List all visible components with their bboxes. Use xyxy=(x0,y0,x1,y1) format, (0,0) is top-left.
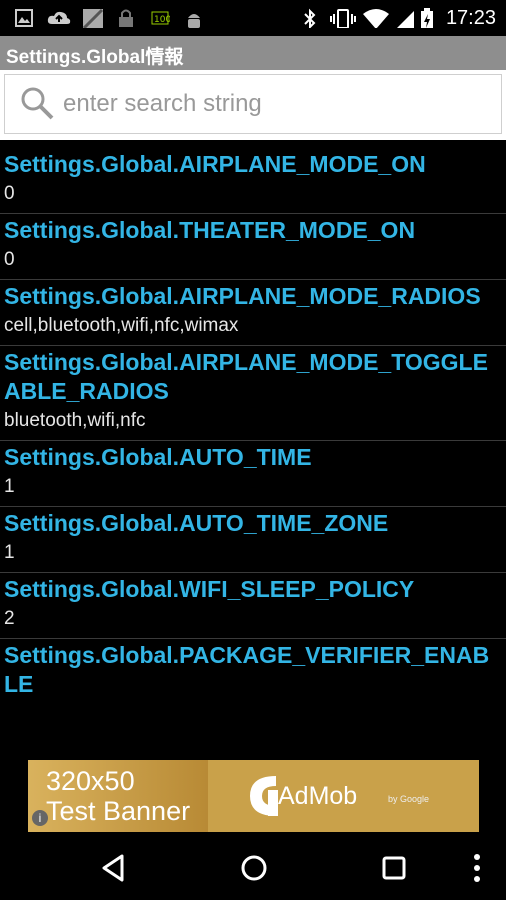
setting-value: cell,bluetooth,wifi,nfc,wimax xyxy=(4,315,239,336)
setting-key: Settings.Global.WIFI_SLEEP_POLICY xyxy=(4,576,415,602)
ad-info-icon[interactable]: i xyxy=(32,810,48,826)
setting-value: 0 xyxy=(4,183,15,204)
list-item[interactable]: Settings.Global.AUTO_TIME_ZONE 1 xyxy=(0,507,506,573)
list-item[interactable]: Settings.Global.PACKAGE_VERIFIER_ENABLE xyxy=(0,639,506,703)
overflow-menu-icon[interactable] xyxy=(462,850,498,886)
image-icon xyxy=(15,9,33,27)
list-item[interactable]: Settings.Global.AUTO_TIME 1 xyxy=(0,441,506,507)
setting-value: 1 xyxy=(4,542,15,563)
setting-value: 2 xyxy=(4,608,15,629)
setting-key: Settings.Global.AUTO_TIME xyxy=(4,444,312,470)
ad-text: 320x50 Test Banner xyxy=(46,766,190,826)
app-title-bar: Settings.Global情報 xyxy=(0,36,506,70)
status-bar: 100 17:23 xyxy=(0,0,506,36)
svg-text:100: 100 xyxy=(154,15,170,25)
setting-key: Settings.Global.THEATER_MODE_ON xyxy=(4,217,416,243)
vibrate-icon xyxy=(330,9,356,28)
android-icon xyxy=(188,14,200,28)
setting-key: Settings.Global.AIRPLANE_MODE_RADIOS xyxy=(4,283,481,309)
photo-icon xyxy=(82,8,104,28)
list-item[interactable]: Settings.Global.WIFI_SLEEP_POLICY 2 xyxy=(0,573,506,639)
search-icon xyxy=(21,87,54,120)
search-input[interactable] xyxy=(61,85,485,123)
list-item[interactable]: Settings.Global.THEATER_MODE_ON 0 xyxy=(0,214,506,280)
page-title: Settings.Global情報 xyxy=(6,47,184,68)
nav-bar xyxy=(0,836,506,900)
ad-line1: 320x50 xyxy=(46,766,135,796)
admob-logo-icon xyxy=(250,776,278,816)
wifi-icon xyxy=(363,9,389,28)
signal-icon xyxy=(397,11,414,28)
setting-key: Settings.Global.AUTO_TIME_ZONE xyxy=(4,510,389,536)
search-bar xyxy=(0,70,506,140)
app-icon: 100 xyxy=(151,11,170,25)
home-icon[interactable] xyxy=(236,850,272,886)
list-item[interactable]: Settings.Global.AIRPLANE_MODE_TOGGLEABLE… xyxy=(0,346,506,441)
setting-value: 0 xyxy=(4,249,15,270)
ad-line2: Test Banner xyxy=(46,796,191,826)
ad-banner[interactable]: 320x50 Test Banner AdMob by Google i xyxy=(28,760,479,832)
lock-icon xyxy=(119,9,133,27)
list-item[interactable]: Settings.Global.AIRPLANE_MODE_RADIOS cel… xyxy=(0,280,506,346)
setting-value: bluetooth,wifi,nfc xyxy=(4,410,146,431)
settings-list: Settings.Global.AIRPLANE_MODE_ON 0 Setti… xyxy=(0,148,506,703)
recents-icon[interactable] xyxy=(376,850,412,886)
clock: 17:23 xyxy=(445,7,496,29)
setting-value: 1 xyxy=(4,476,15,497)
setting-key: Settings.Global.AIRPLANE_MODE_TOGGLEABLE… xyxy=(4,349,488,404)
list-item[interactable]: Settings.Global.AIRPLANE_MODE_ON 0 xyxy=(0,148,506,214)
setting-key: Settings.Global.AIRPLANE_MODE_ON xyxy=(4,151,426,177)
search-box[interactable] xyxy=(4,74,502,134)
bluetooth-icon xyxy=(304,8,316,28)
ad-google-label: by Google xyxy=(388,794,430,804)
cloud-upload-icon xyxy=(47,11,71,24)
ad-brand: AdMob xyxy=(278,782,358,810)
back-icon[interactable] xyxy=(96,850,132,886)
setting-key: Settings.Global.PACKAGE_VERIFIER_ENABLE xyxy=(4,642,490,697)
battery-icon xyxy=(421,8,433,28)
